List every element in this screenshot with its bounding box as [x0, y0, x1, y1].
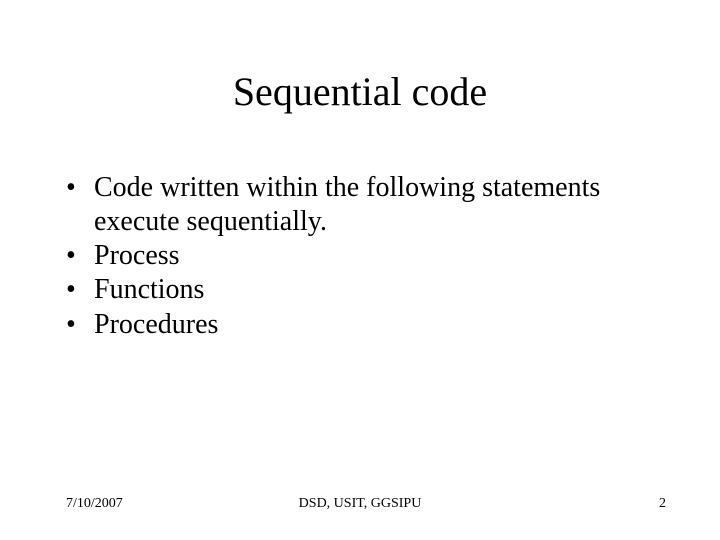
- bullet-item: Procedures: [66, 308, 660, 342]
- footer-page-number: 2: [659, 496, 666, 512]
- footer-center: DSD, USIT, GGSIPU: [0, 496, 720, 512]
- slide-title: Sequential code: [0, 0, 720, 115]
- slide: Sequential code Code written within the …: [0, 0, 720, 540]
- bullet-item: Code written within the following statem…: [66, 171, 660, 239]
- bullet-item: Functions: [66, 273, 660, 307]
- bullet-item: Process: [66, 239, 660, 273]
- bullet-list: Code written within the following statem…: [66, 171, 660, 342]
- slide-body: Code written within the following statem…: [66, 171, 660, 342]
